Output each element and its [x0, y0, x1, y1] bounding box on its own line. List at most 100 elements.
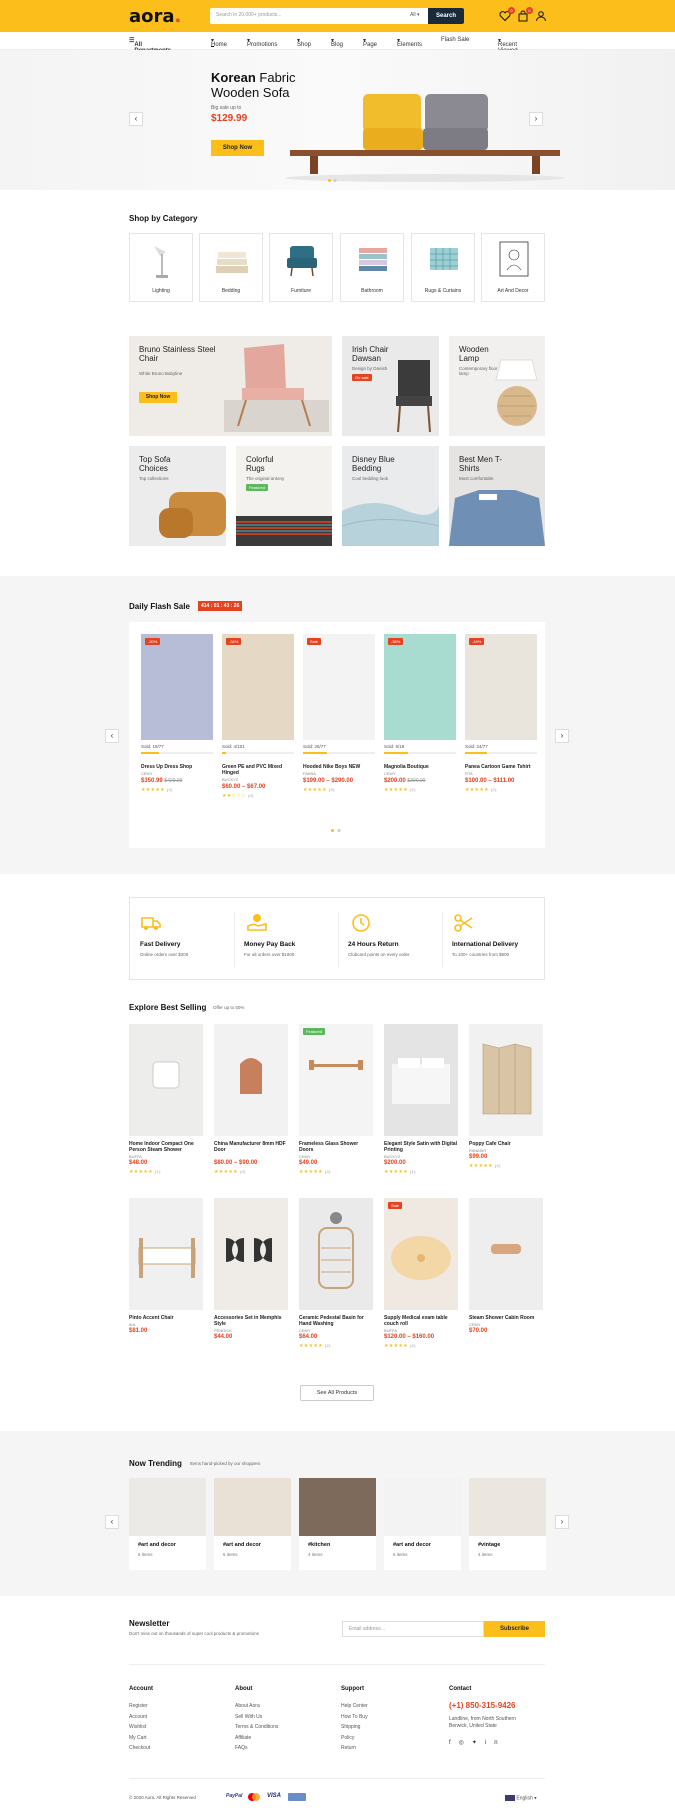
trending-card[interactable]: #art and decor 6 items: [214, 1478, 291, 1570]
flash-carousel-dots[interactable]: [331, 828, 343, 834]
flash-product-image[interactable]: [465, 634, 537, 740]
footer-link[interactable]: About Aora: [235, 1703, 260, 1709]
footer-link[interactable]: My Cart: [129, 1735, 147, 1741]
search-category-select[interactable]: All ▾: [410, 12, 419, 18]
search-input[interactable]: Search in 20.000+ products...: [216, 12, 281, 18]
trending-prev-arrow[interactable]: ‹: [105, 1515, 119, 1529]
product-image[interactable]: [129, 1198, 203, 1310]
trending-card[interactable]: #art and decor 6 items: [129, 1478, 206, 1570]
footer-link[interactable]: Sell With Us: [235, 1714, 262, 1720]
product-image[interactable]: [299, 1024, 373, 1136]
category-furniture[interactable]: Furniture: [269, 233, 333, 302]
flash-product-card[interactable]: -36% Sold: 6/18 Magnolia Boutique CEMY $200.…: [384, 634, 456, 814]
product-image[interactable]: [214, 1198, 288, 1310]
promo-men-tshirts[interactable]: Best Men T-Shirts Most comfortable: [449, 446, 545, 546]
trending-tag[interactable]: #art and decor: [393, 1542, 431, 1548]
promo-irish-chair[interactable]: Irish Chair Dawsan Design by Danish On s…: [342, 336, 439, 436]
product-card[interactable]: Poppy Cafe Chair PANASIR $99.00 ★★★★★ (2): [469, 1024, 543, 1189]
recent-viewed-dropdown[interactable]: Recent Viewed ▾: [498, 37, 518, 54]
footer-link[interactable]: How To Buy: [341, 1714, 368, 1720]
product-card[interactable]: Ceramic Pedestal Basin for Hand Washing C…: [299, 1198, 373, 1363]
product-image[interactable]: [469, 1198, 543, 1310]
product-image[interactable]: [214, 1024, 288, 1136]
flash-product-card[interactable]: -16% Sold: 24/77 Panea Cartoon Game Tshirt…: [465, 634, 537, 814]
flash-product-name[interactable]: Panea Cartoon Game Tshirt: [465, 764, 537, 770]
wishlist-icon[interactable]: 0: [499, 7, 515, 22]
see-all-products-button[interactable]: See All Products: [300, 1385, 374, 1401]
footer-link[interactable]: Shipping: [341, 1724, 360, 1730]
search-button[interactable]: Search: [428, 8, 464, 24]
flash-product-name[interactable]: Green PE and PVC Mixed Hinged: [222, 764, 294, 776]
language-selector[interactable]: English ▾: [505, 1795, 537, 1801]
hero-prev-arrow[interactable]: ‹: [129, 112, 143, 126]
linkedin-icon[interactable]: in: [485, 1740, 506, 1746]
cart-icon[interactable]: 0: [517, 7, 533, 22]
flash-product-name[interactable]: Hooded Nike Boys NEW: [303, 764, 375, 770]
footer-link[interactable]: FAQs: [235, 1745, 248, 1751]
trending-image[interactable]: [299, 1478, 376, 1536]
product-card[interactable]: Sale Supply Medical exam table couch roll…: [384, 1198, 458, 1363]
flash-product-card[interactable]: -20% Sold: 19/77 Dress Up Dress Shop CEMY $3…: [141, 634, 213, 814]
footer-phone[interactable]: (+1) 850-315-9426: [449, 1701, 516, 1710]
subscribe-button[interactable]: Subscribe: [484, 1621, 545, 1637]
flash-product-image[interactable]: [303, 634, 375, 740]
flash-product-card[interactable]: Sale Sold: 26/77 Hooded Nike Boys NEW FAKBA…: [303, 634, 375, 814]
trending-image[interactable]: [384, 1478, 461, 1536]
facebook-icon[interactable]: f: [449, 1740, 459, 1746]
nav-flash-sale[interactable]: Flash Sale: [441, 37, 469, 43]
promo-wooden-lamp[interactable]: Wooden Lamp Contemporary floor lamp: [449, 336, 545, 436]
product-name[interactable]: Poppy Cafe Chair: [469, 1141, 543, 1147]
product-name[interactable]: Home Indoor Compact One Person Steam Sho…: [129, 1141, 203, 1153]
product-image[interactable]: [299, 1198, 373, 1310]
category-lighting[interactable]: Lighting: [129, 233, 193, 302]
newsletter-email-input[interactable]: Email address...: [342, 1621, 484, 1637]
product-card[interactable]: Accessories Set in Memphis Style PENDICK $…: [214, 1198, 288, 1363]
product-image[interactable]: [129, 1024, 203, 1136]
hero-dots[interactable]: [328, 178, 340, 182]
product-name[interactable]: China Manufacturer 8mm HDF Door: [214, 1141, 288, 1153]
product-name[interactable]: Supply Medical exam table couch roll: [384, 1315, 458, 1327]
trending-next-arrow[interactable]: ›: [555, 1515, 569, 1529]
footer-link[interactable]: Register: [129, 1703, 148, 1709]
footer-link[interactable]: Affiliate: [235, 1735, 251, 1741]
category-rugs-curtains[interactable]: Rugs & Curtains: [411, 233, 475, 302]
product-name[interactable]: Steam Shower Cabin Room: [469, 1315, 543, 1321]
hero-shop-now-button[interactable]: Shop Now: [211, 140, 264, 156]
product-name[interactable]: Accessories Set in Memphis Style: [214, 1315, 288, 1327]
footer-link[interactable]: Checkout: [129, 1745, 150, 1751]
promo-shop-now-button[interactable]: Shop Now: [139, 392, 177, 403]
category-art-decor[interactable]: Art And Decor: [481, 233, 545, 302]
product-card[interactable]: Elegant Style Satin with Digital Printin…: [384, 1024, 458, 1189]
flash-product-name[interactable]: Dress Up Dress Shop: [141, 764, 213, 770]
flash-prev-arrow[interactable]: ‹: [105, 729, 119, 743]
flash-product-card[interactable]: -34% Sold: 4/101 Green PE and PVC Mixed Hi…: [222, 634, 294, 814]
promo-bruno-chair[interactable]: Bruno Stainless Steel Chair White Bruno …: [129, 336, 332, 436]
product-card[interactable]: China Manufacturer 8mm HDF Door $80.00 – …: [214, 1024, 288, 1189]
product-name[interactable]: Ceramic Pedestal Basin for Hand Washing: [299, 1315, 373, 1327]
trending-tag[interactable]: #art and decor: [138, 1542, 176, 1548]
product-card[interactable]: Featured Frameless Glass Shower Doors CEMY…: [299, 1024, 373, 1189]
flash-product-name[interactable]: Magnolia Boutique: [384, 764, 456, 770]
product-image[interactable]: [384, 1024, 458, 1136]
promo-colorful-rugs[interactable]: Colorful Rugs The original antony Featur…: [236, 446, 332, 546]
trending-image[interactable]: [469, 1478, 546, 1536]
trending-image[interactable]: [214, 1478, 291, 1536]
footer-link[interactable]: Help Center: [341, 1703, 368, 1709]
category-bedding[interactable]: Bedding: [199, 233, 263, 302]
footer-link[interactable]: Wishlist: [129, 1724, 146, 1730]
product-card[interactable]: Pinto Accent Chair IKA $81.00: [129, 1198, 203, 1363]
footer-link[interactable]: Terms & Conditions: [235, 1724, 278, 1730]
product-name[interactable]: Elegant Style Satin with Digital Printin…: [384, 1141, 458, 1153]
promo-top-sofa[interactable]: Top Sofa Choices Top collections: [129, 446, 226, 546]
twitter-icon[interactable]: ✦: [472, 1740, 485, 1746]
all-departments-button[interactable]: ☰ All Departments: [129, 37, 171, 54]
nav-elements[interactable]: Elements ▾: [397, 37, 422, 48]
trending-tag[interactable]: #art and decor: [223, 1542, 261, 1548]
trending-card[interactable]: #vintage 4 items: [469, 1478, 546, 1570]
footer-link[interactable]: Return: [341, 1745, 356, 1751]
product-image[interactable]: [469, 1024, 543, 1136]
product-card[interactable]: Steam Shower Cabin Room CEMY $70.00: [469, 1198, 543, 1363]
user-icon[interactable]: [535, 10, 547, 22]
trending-card[interactable]: #kitchen 4 items: [299, 1478, 376, 1570]
category-bathroom[interactable]: Bathroom: [340, 233, 404, 302]
